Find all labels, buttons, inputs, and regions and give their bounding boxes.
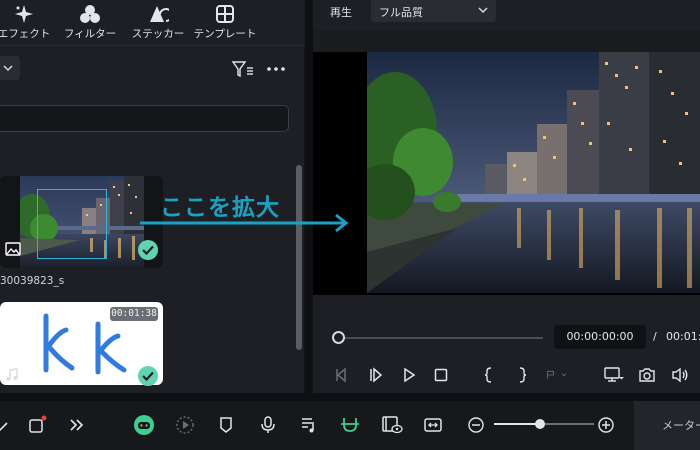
category-dropdown[interactable]	[0, 56, 20, 80]
media-item-name: 30039823_s	[0, 275, 65, 287]
scrubber-handle[interactable]	[332, 331, 345, 344]
annotation-text: ここを拡大	[160, 195, 280, 221]
tab-stickers-label: ステッカー	[131, 28, 185, 40]
selected-check-icon	[138, 240, 158, 260]
chevron-down-icon	[478, 7, 488, 14]
snap-magnet-icon[interactable]	[339, 414, 361, 436]
filter-sort-icon[interactable]	[231, 60, 254, 81]
marker-dropdown-icon[interactable]	[545, 364, 567, 386]
sticker-icon	[147, 3, 169, 25]
display-settings-icon[interactable]	[603, 364, 625, 386]
stop-icon[interactable]	[430, 364, 452, 386]
tab-stickers[interactable]: ステッカー	[132, 0, 184, 46]
snapshot-camera-icon[interactable]	[636, 364, 658, 386]
more-options-icon[interactable]	[266, 60, 286, 81]
crop-record-icon[interactable]	[26, 414, 48, 436]
zoom-selection-box	[37, 189, 107, 259]
tab-filters[interactable]: フィルター	[64, 0, 116, 46]
preview-video-frame	[367, 52, 700, 293]
preview-toggle-icon[interactable]	[381, 414, 403, 436]
zoom-slider-fill	[494, 423, 539, 425]
top-toolbar: エフェクト フィルター ステッカー テンプレート	[0, 0, 305, 46]
marker-shield-icon[interactable]	[215, 414, 237, 436]
ai-assistant-icon[interactable]	[133, 414, 155, 436]
step-back-icon[interactable]	[365, 364, 387, 386]
template-grid-icon	[215, 3, 235, 25]
zoom-in-icon[interactable]	[595, 414, 617, 436]
zoom-slider-handle[interactable]	[535, 419, 545, 429]
zoom-out-icon[interactable]	[465, 414, 487, 436]
play-icon[interactable]	[398, 364, 420, 386]
timecode-separator: /	[653, 330, 657, 343]
expand-more-icon[interactable]	[66, 414, 88, 436]
tab-templates-label: テンプレート	[193, 28, 257, 40]
play-range-icon[interactable]	[174, 414, 196, 436]
image-type-icon	[5, 242, 21, 259]
audio-note-icon	[5, 368, 19, 385]
microphone-icon[interactable]	[257, 414, 279, 436]
player-header-strip	[313, 30, 700, 52]
volume-icon[interactable]	[669, 364, 691, 386]
tab-effects[interactable]: エフェクト	[0, 0, 51, 46]
mark-in-icon[interactable]	[478, 364, 500, 386]
previous-frame-icon[interactable]	[331, 364, 353, 386]
sparkle-icon	[14, 3, 34, 25]
tab-templates[interactable]: テンプレート	[194, 0, 256, 46]
tab-effects-label: エフェクト	[0, 28, 51, 40]
timeline-scrubber[interactable]	[338, 337, 543, 339]
playback-label: 再生	[330, 6, 352, 19]
total-duration: 00:01:3	[666, 330, 700, 343]
search-input[interactable]	[0, 105, 289, 132]
selected-check-icon	[138, 366, 158, 386]
quality-value: フル品質	[379, 6, 423, 19]
mark-out-icon[interactable]	[511, 364, 533, 386]
audio-list-icon[interactable]	[298, 414, 320, 436]
filter-circles-icon	[79, 3, 101, 25]
duration-badge: 00:01:38	[110, 307, 158, 321]
tab-filters-label: フィルター	[63, 28, 117, 40]
fit-width-icon[interactable]	[422, 414, 444, 436]
chevron-down-icon	[3, 65, 13, 72]
media-scrollbar[interactable]	[296, 165, 302, 350]
current-timecode[interactable]: 00:00:00:00	[554, 325, 646, 349]
undo-arrow-icon[interactable]	[0, 414, 16, 436]
meter-label: メーター	[662, 419, 700, 432]
